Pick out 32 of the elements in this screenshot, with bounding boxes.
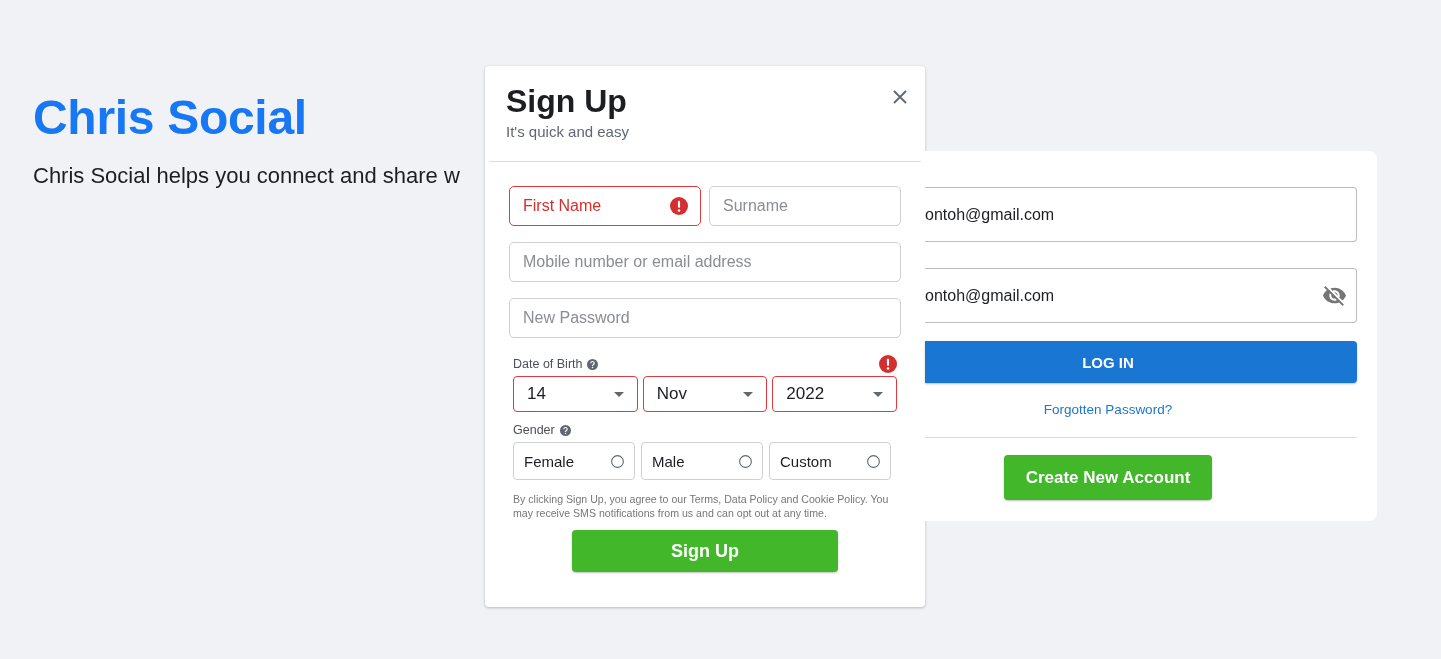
gender-option[interactable]: Female	[513, 442, 635, 480]
email-field[interactable]: ontoh@gmail.com	[925, 187, 1357, 242]
year-select[interactable]: 2022	[772, 376, 897, 412]
password-field[interactable]: ontoh@gmail.com	[925, 268, 1357, 323]
radio-icon[interactable]	[739, 454, 752, 468]
contact-field[interactable]: Mobile number or email address	[509, 242, 901, 282]
dialog-title: Sign Up	[506, 82, 628, 120]
brand-title: Chris Social	[33, 90, 308, 146]
forgot-password-link[interactable]: Forgotten Password?	[1043, 401, 1173, 419]
caret-icon	[873, 391, 883, 397]
help-icon[interactable]	[559, 424, 571, 436]
caret-icon	[613, 391, 624, 397]
gender-label: Gender	[513, 422, 555, 438]
gender-option[interactable]: Custom	[769, 442, 891, 480]
legal-notice: By clicking Sign Up, you agree to our Terms, Data Policy and Cookie Policy. You may receive SMS notifications from us and can opt out at any time.	[513, 492, 890, 520]
alert-icon	[670, 197, 688, 215]
caret-icon	[743, 391, 754, 397]
dialog-subtitle: It's quick and easy	[506, 122, 629, 142]
day-select[interactable]: 14	[513, 376, 638, 412]
radio-icon[interactable]	[611, 454, 624, 468]
radio-icon[interactable]	[867, 454, 880, 468]
close-button[interactable]	[893, 90, 907, 104]
gender-option[interactable]: Male	[641, 442, 763, 480]
brand-tagline: Chris Social helps you connect and share w	[33, 162, 461, 190]
close-icon	[893, 90, 907, 104]
birth-date-label: Date of Birth	[513, 356, 583, 372]
help-icon[interactable]	[587, 358, 599, 370]
month-select[interactable]: Nov	[642, 376, 768, 412]
new-password-field[interactable]: New Password	[509, 298, 901, 338]
log-in-button[interactable]: LOG IN	[925, 341, 1357, 383]
eye-slash-icon[interactable]	[1323, 285, 1346, 306]
name-field[interactable]: First Name	[509, 186, 701, 226]
